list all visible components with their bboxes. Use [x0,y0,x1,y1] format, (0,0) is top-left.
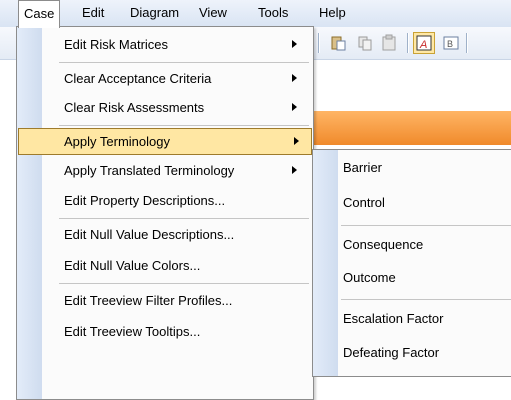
diagram-header-band [300,111,511,145]
menu-item-label: Edit Treeview Filter Profiles... [64,293,233,308]
menu-item-edit-treeview-filter-profiles[interactable]: Edit Treeview Filter Profiles... [19,287,309,314]
toolbar-separator [407,33,409,53]
menu-item-label: Edit Property Descriptions... [64,193,226,208]
menu-view[interactable]: View [194,0,232,26]
toolbar-separator [466,33,468,53]
menu-diagram[interactable]: Diagram [125,0,184,26]
submenu-item-label: Outcome [343,270,396,285]
menu-item-label: Edit Treeview Tooltips... [64,324,201,339]
clipboard-icon[interactable] [380,34,398,52]
menu-item-label: Apply Terminology [64,134,170,149]
submenu-item-consequence[interactable]: Consequence [313,229,511,261]
menu-item-edit-risk-matrices[interactable]: Edit Risk Matrices [19,31,309,58]
menu-separator [59,283,309,284]
menu-item-apply-terminology[interactable]: Apply Terminology [18,128,312,155]
text-frame-icon[interactable]: A [413,32,435,54]
menu-separator [59,125,309,126]
submenu-item-defeating-factor[interactable]: Defeating Factor [313,337,511,369]
submenu-item-label: Escalation Factor [343,311,444,326]
menu-item-edit-property-descriptions[interactable]: Edit Property Descriptions... [19,187,309,214]
menu-item-edit-null-value-descriptions[interactable]: Edit Null Value Descriptions... [19,221,309,248]
menu-case[interactable]: Case [18,0,61,28]
submenu-item-label: Defeating Factor [343,345,440,360]
apply-terminology-submenu: Barrier Control Consequence Outcome Esca… [312,149,511,377]
menu-item-label: Edit Null Value Descriptions... [64,227,235,242]
text-box-icon[interactable]: B [442,34,460,52]
menu-bar: Case Edit Diagram View Tools Help [0,0,511,28]
submenu-item-barrier[interactable]: Barrier [313,152,511,184]
toolbar-separator [318,33,320,53]
submenu-item-escalation-factor[interactable]: Escalation Factor [313,303,511,335]
menu-tools-label: Tools [258,5,289,20]
paste-icon[interactable] [330,34,348,52]
submenu-arrow-icon [292,103,297,111]
menu-view-label: View [199,5,227,20]
menu-item-label: Clear Risk Assessments [64,100,205,115]
menu-case-label: Case [24,6,55,21]
copy-icon[interactable] [356,34,374,52]
submenu-arrow-icon [292,74,297,82]
submenu-separator [341,299,511,300]
menu-item-edit-null-value-colors[interactable]: Edit Null Value Colors... [19,252,309,279]
menu-item-apply-translated-terminology[interactable]: Apply Translated Terminology [19,157,309,184]
submenu-item-label: Control [343,195,385,210]
menu-diagram-label: Diagram [130,5,180,20]
submenu-arrow-icon [292,166,297,174]
submenu-item-label: Consequence [343,237,424,252]
menu-edit[interactable]: Edit [77,0,109,26]
submenu-separator [341,225,511,226]
menu-item-edit-treeview-tooltips[interactable]: Edit Treeview Tooltips... [19,318,309,345]
svg-text:B: B [447,39,453,49]
case-menu: Edit Risk Matrices Clear Acceptance Crit… [16,26,314,400]
menu-separator [59,62,309,63]
menu-item-label: Clear Acceptance Criteria [64,71,212,86]
menu-item-label: Edit Null Value Colors... [64,258,201,273]
submenu-item-control[interactable]: Control [313,187,511,219]
menu-separator [59,218,309,219]
submenu-item-label: Barrier [343,160,383,175]
menu-item-label: Apply Translated Terminology [64,163,235,178]
menu-item-clear-acceptance-criteria[interactable]: Clear Acceptance Criteria [19,65,309,92]
menu-item-clear-risk-assessments[interactable]: Clear Risk Assessments [19,94,309,121]
submenu-arrow-icon [292,40,297,48]
menu-help[interactable]: Help [314,0,351,26]
submenu-item-outcome[interactable]: Outcome [313,262,511,294]
submenu-arrow-icon [294,137,299,145]
menu-tools[interactable]: Tools [253,0,293,26]
menu-item-label: Edit Risk Matrices [64,37,169,52]
svg-text:A: A [419,39,427,51]
menu-help-label: Help [319,5,346,20]
menu-edit-label: Edit [82,5,105,20]
